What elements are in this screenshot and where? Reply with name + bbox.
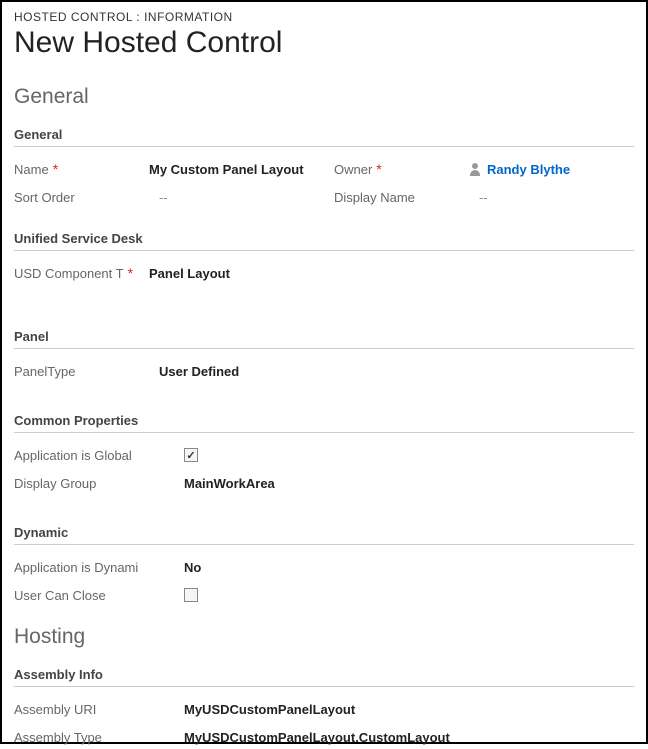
subgroup-common-heading: Common Properties <box>14 413 634 433</box>
field-sort-order[interactable]: -- <box>159 190 314 205</box>
owner-link[interactable]: Randy Blythe <box>487 162 570 177</box>
subgroup-dynamic-heading: Dynamic <box>14 525 634 545</box>
label-display-group: Display Group <box>14 476 96 491</box>
field-app-dynamic[interactable]: No <box>184 560 634 575</box>
field-owner[interactable]: Randy Blythe <box>469 162 634 177</box>
subgroup-assembly-heading: Assembly Info <box>14 667 634 687</box>
field-assembly-type[interactable]: MyUSDCustomPanelLayout.CustomLayout <box>184 730 634 745</box>
page-title: New Hosted Control <box>14 26 634 60</box>
label-sort-order: Sort Order <box>14 190 75 205</box>
required-marker: * <box>128 265 133 281</box>
label-usd-component: USD Component T <box>14 266 124 281</box>
field-display-name[interactable]: -- <box>479 190 634 205</box>
field-usd-component[interactable]: Panel Layout <box>149 266 634 281</box>
field-assembly-uri[interactable]: MyUSDCustomPanelLayout <box>184 702 634 717</box>
label-panel-type: PanelType <box>14 364 75 379</box>
label-user-close: User Can Close <box>14 588 106 603</box>
field-name[interactable]: My Custom Panel Layout <box>149 162 314 177</box>
checkbox-user-close[interactable] <box>184 588 198 602</box>
section-general-heading: General <box>14 85 634 109</box>
label-name: Name <box>14 162 49 177</box>
field-app-global[interactable] <box>184 448 634 462</box>
field-panel-type[interactable]: User Defined <box>159 364 634 379</box>
label-assembly-uri: Assembly URI <box>14 702 96 717</box>
subgroup-panel-heading: Panel <box>14 329 634 349</box>
required-marker: * <box>53 161 58 177</box>
field-user-close[interactable] <box>184 588 634 602</box>
section-hosting-heading: Hosting <box>14 625 634 649</box>
required-marker: * <box>376 161 381 177</box>
label-owner: Owner <box>334 162 372 177</box>
person-icon <box>469 163 482 176</box>
breadcrumb: HOSTED CONTROL : INFORMATION <box>14 10 634 24</box>
subgroup-usd-heading: Unified Service Desk <box>14 231 634 251</box>
label-app-global: Application is Global <box>14 448 132 463</box>
subgroup-general-heading: General <box>14 127 634 147</box>
label-assembly-type: Assembly Type <box>14 730 102 745</box>
label-display-name: Display Name <box>334 190 415 205</box>
checkbox-app-global[interactable] <box>184 448 198 462</box>
label-app-dynamic: Application is Dynami <box>14 560 138 575</box>
field-display-group[interactable]: MainWorkArea <box>184 476 634 491</box>
